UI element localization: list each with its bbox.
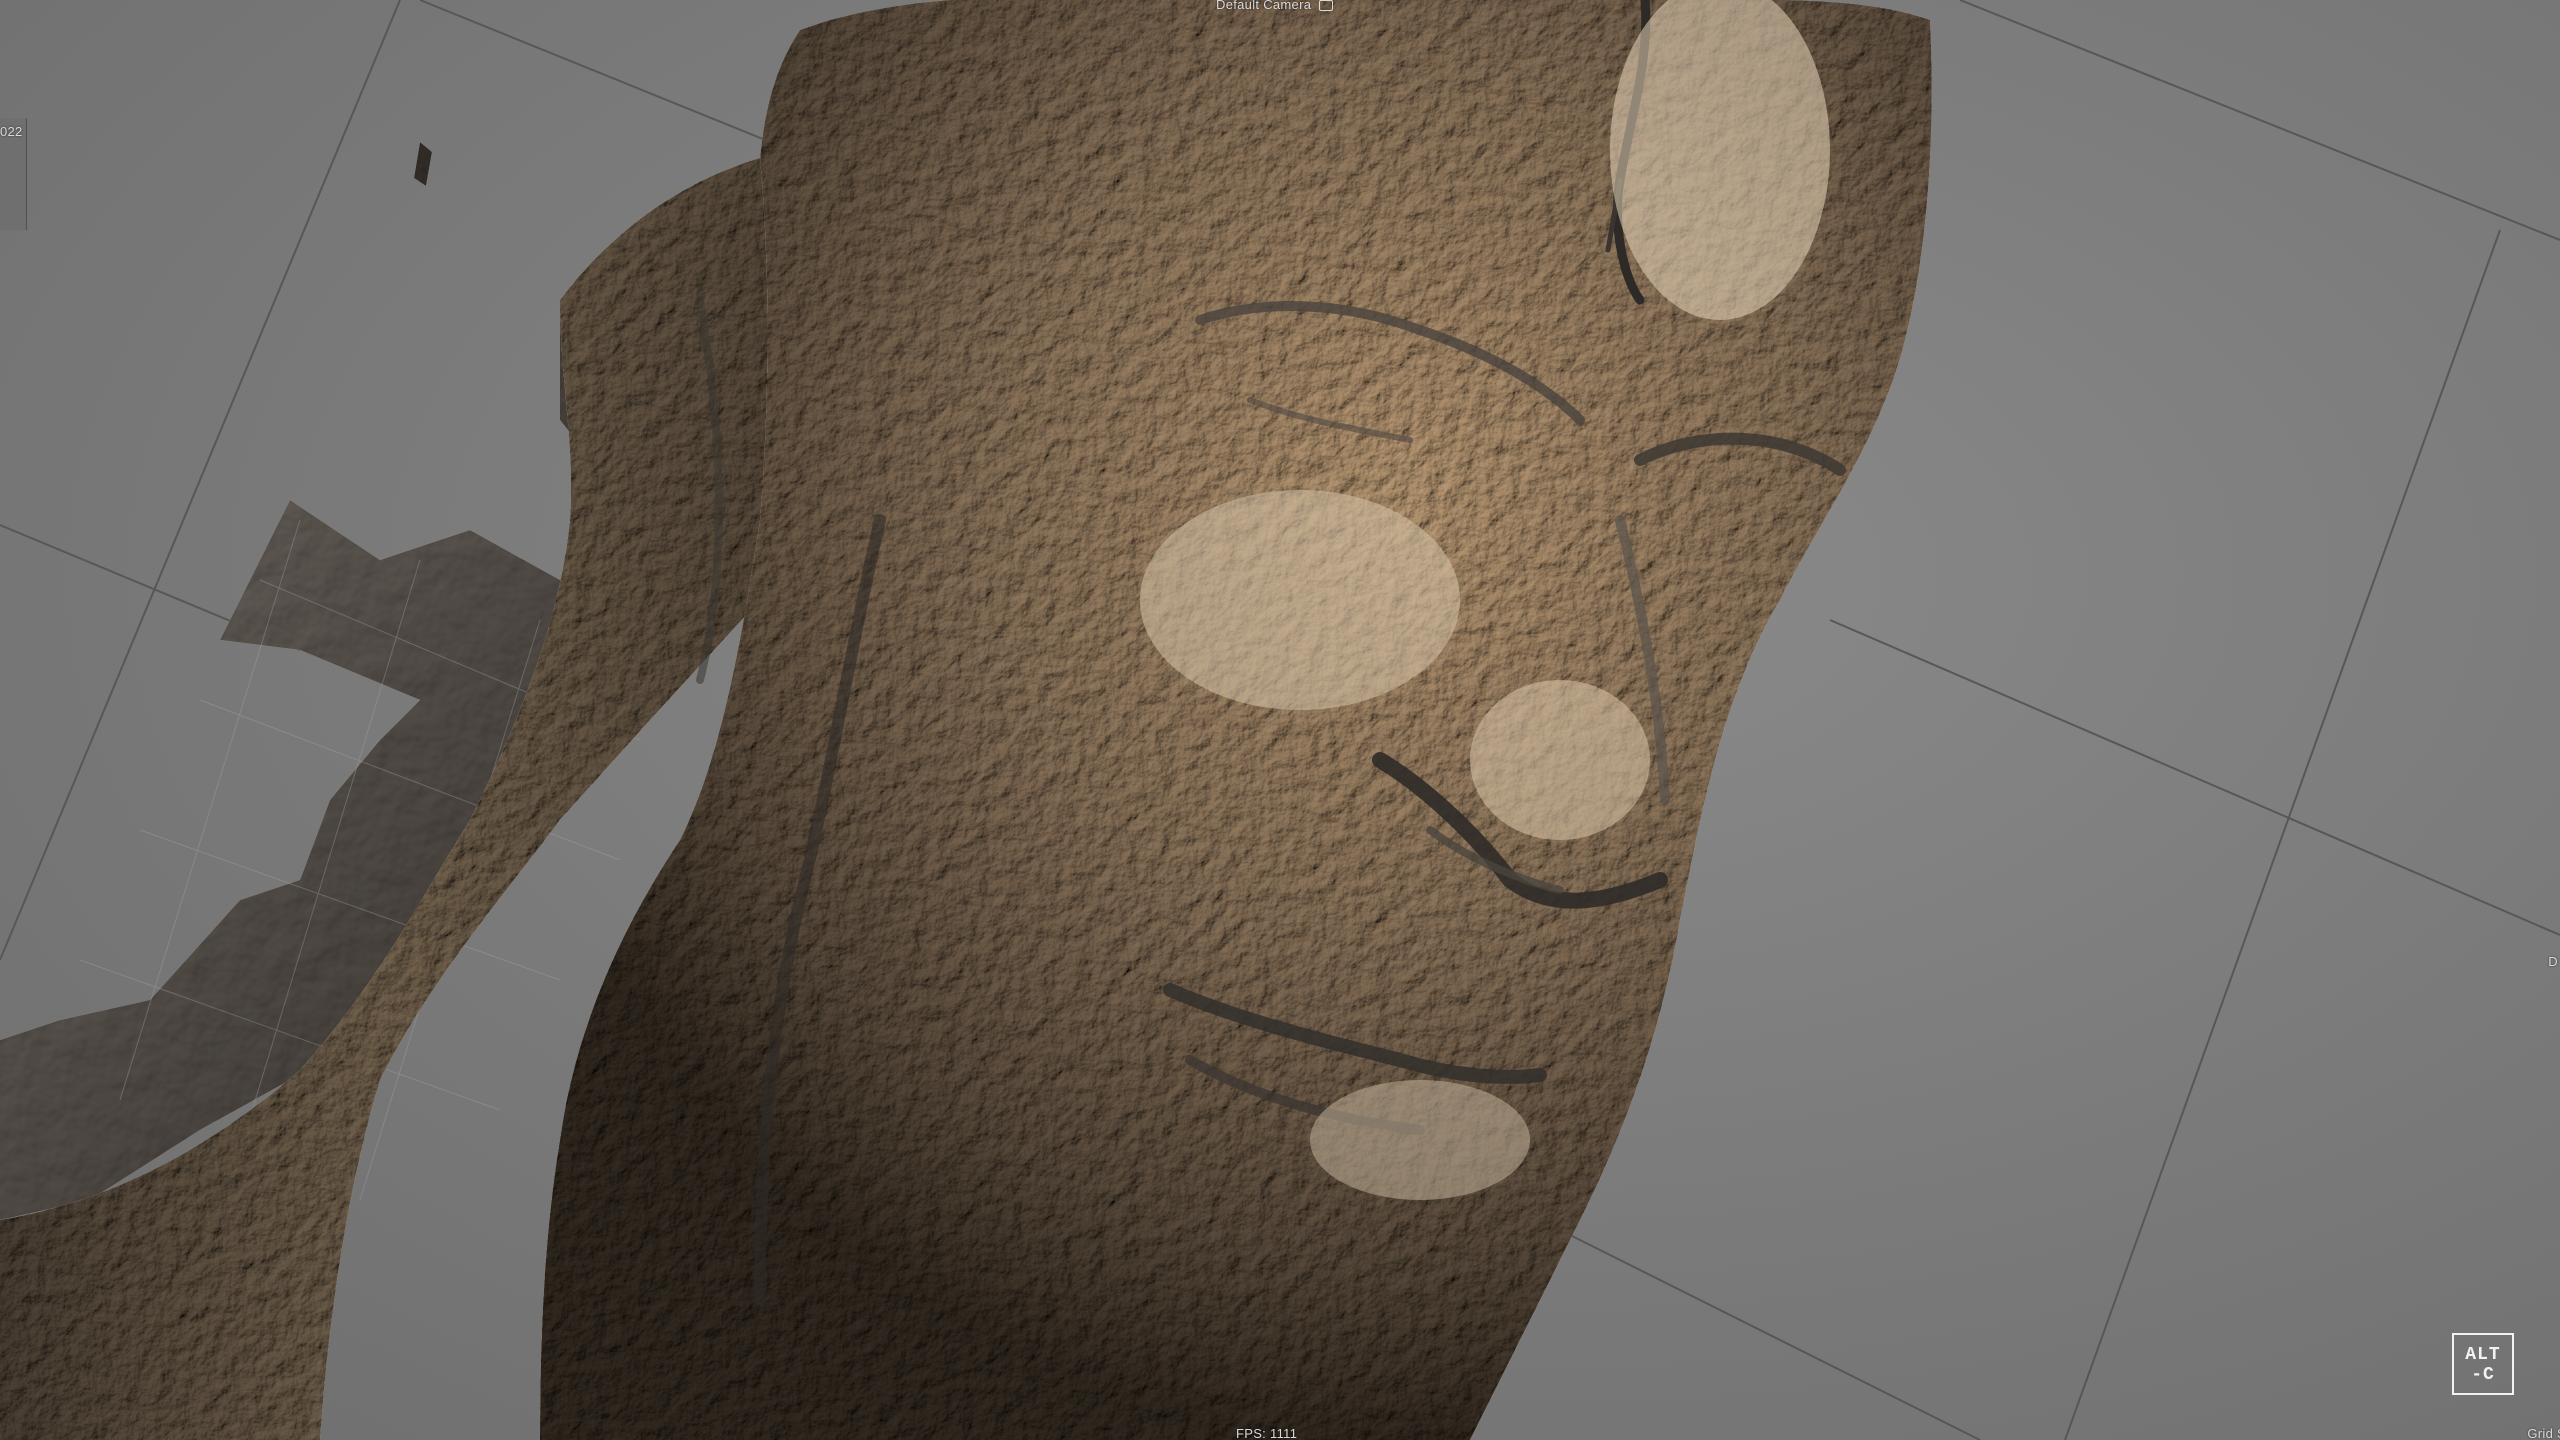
logo-line-1: ALT [2465,1345,2501,1365]
frame-readout: 022 [0,124,23,139]
altc-logo: ALT -C [2452,1333,2514,1395]
right-edge-marker: D [2548,954,2558,969]
camera-lock-icon[interactable] [1319,0,1334,12]
fps-readout: FPS: 1111 [1236,1426,1298,1440]
3d-viewport[interactable]: Default Camera 022 FPS: 1111 D Grid S AL… [0,0,2560,1440]
scene-render[interactable] [0,0,2560,1440]
grid-size-readout: Grid S [2527,1426,2560,1440]
camera-name: Default Camera [1216,0,1312,12]
logo-line-2: -C [2471,1365,2495,1385]
camera-label[interactable]: Default Camera [1216,0,1334,12]
